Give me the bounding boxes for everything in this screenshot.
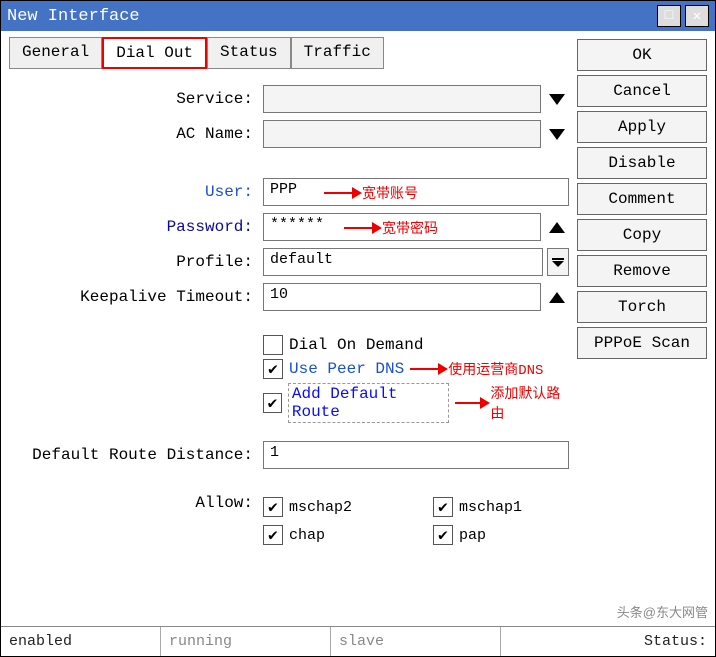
dropdown-icon[interactable] bbox=[549, 94, 565, 105]
acname-field[interactable] bbox=[263, 120, 541, 148]
tab-dial-out[interactable]: Dial Out bbox=[102, 37, 207, 69]
remove-button[interactable]: Remove bbox=[577, 255, 707, 287]
pppoe-scan-button[interactable]: PPPoE Scan bbox=[577, 327, 707, 359]
close-button[interactable]: ✕ bbox=[685, 5, 709, 27]
tab-status[interactable]: Status bbox=[207, 37, 291, 69]
button-panel: OK Cancel Apply Disable Comment Copy Rem… bbox=[577, 37, 707, 624]
apply-button[interactable]: Apply bbox=[577, 111, 707, 143]
pap-checkbox[interactable]: ✔ bbox=[433, 525, 453, 545]
statusbar: enabled running slave Status: bbox=[1, 626, 715, 656]
annotation-user: 宽带账号 bbox=[362, 183, 418, 203]
annotation-password: 宽带密码 bbox=[382, 218, 438, 238]
chap-label: chap bbox=[289, 527, 325, 544]
mschap2-checkbox[interactable]: ✔ bbox=[263, 497, 283, 517]
tab-bar: General Dial Out Status Traffic bbox=[9, 37, 569, 69]
dropdown-icon[interactable] bbox=[549, 129, 565, 140]
keepalive-field[interactable]: 10 bbox=[263, 283, 541, 311]
torch-button[interactable]: Torch bbox=[577, 291, 707, 323]
tab-general[interactable]: General bbox=[9, 37, 102, 69]
pap-label: pap bbox=[459, 527, 486, 544]
service-label: Service: bbox=[9, 90, 263, 108]
disable-button[interactable]: Disable bbox=[577, 147, 707, 179]
mschap1-label: mschap1 bbox=[459, 499, 522, 516]
minimize-button[interactable]: □ bbox=[657, 5, 681, 27]
mschap1-checkbox[interactable]: ✔ bbox=[433, 497, 453, 517]
tab-traffic[interactable]: Traffic bbox=[291, 37, 384, 69]
window-title: New Interface bbox=[7, 7, 657, 26]
annotation-dns: 使用运营商DNS bbox=[448, 359, 543, 379]
comment-button[interactable]: Comment bbox=[577, 183, 707, 215]
cancel-button[interactable]: Cancel bbox=[577, 75, 707, 107]
chap-checkbox[interactable]: ✔ bbox=[263, 525, 283, 545]
default-route-distance-field[interactable]: 1 bbox=[263, 441, 569, 469]
window: New Interface □ ✕ General Dial Out Statu… bbox=[0, 0, 716, 657]
keepalive-label: Keepalive Timeout: bbox=[9, 288, 263, 306]
collapse-icon[interactable] bbox=[549, 222, 565, 233]
user-label: User: bbox=[9, 183, 263, 201]
collapse-icon[interactable] bbox=[549, 292, 565, 303]
profile-label: Profile: bbox=[9, 253, 263, 271]
password-label: Password: bbox=[9, 218, 263, 236]
allow-label: Allow: bbox=[9, 492, 263, 512]
combo-icon[interactable] bbox=[547, 248, 569, 276]
user-field[interactable]: PPP 宽带账号 bbox=[263, 178, 569, 206]
copy-button[interactable]: Copy bbox=[577, 219, 707, 251]
status-slave: slave bbox=[331, 627, 501, 656]
ok-button[interactable]: OK bbox=[577, 39, 707, 71]
acname-label: AC Name: bbox=[9, 125, 263, 143]
profile-field[interactable]: default bbox=[263, 248, 543, 276]
titlebar: New Interface □ ✕ bbox=[1, 1, 715, 31]
status-label: Status: bbox=[636, 627, 715, 656]
annotation-route: 添加默认路由 bbox=[490, 383, 569, 423]
status-running: running bbox=[161, 627, 331, 656]
add-default-route-label: Add Default Route bbox=[288, 383, 449, 423]
mschap2-label: mschap2 bbox=[289, 499, 352, 516]
default-route-distance-label: Default Route Distance: bbox=[9, 446, 263, 464]
add-default-route-checkbox[interactable]: ✔ bbox=[263, 393, 282, 413]
service-field[interactable] bbox=[263, 85, 541, 113]
watermark: 头条@东大网管 bbox=[617, 602, 708, 621]
use-peer-dns-label: Use Peer DNS bbox=[289, 360, 404, 378]
status-enabled: enabled bbox=[1, 627, 161, 656]
password-field[interactable]: ****** 宽带密码 bbox=[263, 213, 541, 241]
dial-on-demand-label: Dial On Demand bbox=[289, 336, 423, 354]
use-peer-dns-checkbox[interactable]: ✔ bbox=[263, 359, 283, 379]
form: Service: AC Name: User: bbox=[9, 75, 569, 624]
dial-on-demand-checkbox[interactable] bbox=[263, 335, 283, 355]
